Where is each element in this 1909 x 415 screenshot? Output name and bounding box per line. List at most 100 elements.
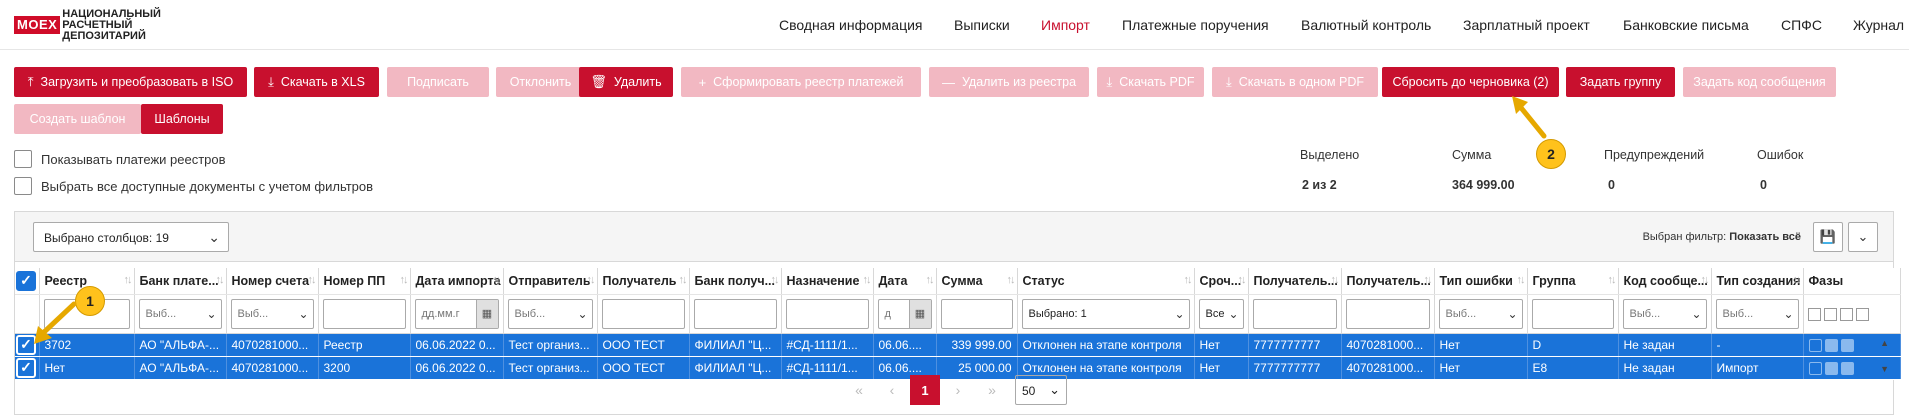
amount-filter-input[interactable] [940,298,1013,329]
templates-button[interactable]: Шаблоны [141,104,223,134]
recipient-bank-filter-input[interactable] [693,298,777,329]
table-row[interactable]: ✓ 3702 АО "АЛЬФА-... 4070281000... Реест… [15,333,1901,357]
sender-filter-select[interactable]: Выб... ⌄ [507,298,593,329]
scroll-up-icon[interactable]: ▲ [1880,338,1889,348]
first-page-icon[interactable]: « [844,375,874,405]
urgent-filter-select[interactable]: Все ⌄ [1198,298,1244,329]
sort-icon[interactable]: ↑↓ [308,274,317,286]
sort-icon[interactable]: ↑↓ [216,274,225,286]
recipient-account-filter-input[interactable] [1345,298,1430,329]
set-msg-code-button[interactable]: Задать код сообщения [1683,67,1836,97]
nav-payment-orders[interactable]: Платежные поручения [1122,17,1269,33]
sort-icon[interactable]: ↑↓ [1184,274,1193,286]
show-registry-payments-option[interactable]: Показывать платежи реестров [14,150,226,168]
msg-code-filter-select[interactable]: Выб... ⌄ [1622,298,1707,329]
col-header-error-type[interactable]: Тип ошибки ↑↓ [1434,268,1528,295]
col-header-import-date[interactable]: Дата импорта ↑↓ [410,268,504,295]
payer-bank-filter-select[interactable]: Выб... ⌄ [138,298,222,329]
sort-icon[interactable]: ↑↓ [1517,274,1526,286]
phase-filter-checkbox[interactable] [1807,307,1821,321]
sort-icon[interactable]: ↑↓ [587,274,596,286]
col-header-recipient[interactable]: Получатель ↑↓ [597,268,690,295]
sort-icon[interactable]: ↑↓ [863,274,872,286]
sort-icon[interactable]: ↑↓ [679,274,688,286]
creation-type-filter-select[interactable]: Выб... ⌄ [1715,298,1799,329]
page-size-select[interactable]: 50 ⌄ [1015,375,1067,405]
remove-from-registry-button[interactable]: — Удалить из реестра [929,67,1089,97]
recipient-inn-filter-input[interactable] [1252,298,1337,329]
sort-icon[interactable]: ↑↓ [493,274,502,286]
order-number-filter-input[interactable] [322,298,406,329]
upload-iso-button[interactable]: ⤒ Загрузить и преобразовать в ISO [14,67,247,97]
sign-button[interactable]: Подписать [387,67,489,97]
nav-spfs[interactable]: СПФС [1781,17,1822,33]
nav-journal[interactable]: Журнал [1853,17,1904,33]
show-registry-payments-checkbox[interactable] [14,150,32,168]
sort-icon[interactable]: ↑↓ [1701,274,1710,286]
col-header-sender[interactable]: Отправитель ↑↓ [503,268,598,295]
select-all-filtered-checkbox[interactable] [14,177,32,195]
group-filter-input[interactable] [1531,298,1614,329]
reject-button[interactable]: Отклонить [496,67,585,97]
nav-bank-letters[interactable]: Банковские письма [1623,17,1749,33]
nav-salary-project[interactable]: Зарплатный проект [1463,17,1590,33]
col-header-order-number[interactable]: Номер ПП ↑↓ [318,268,411,295]
col-header-payer-bank[interactable]: Банк плате... ↑↓ [134,268,227,295]
col-header-group[interactable]: Группа ↑↓ [1527,268,1619,295]
sort-icon[interactable]: ↑↓ [1793,274,1802,286]
save-filter-button[interactable]: 💾 [1813,222,1843,252]
last-page-icon[interactable]: » [977,375,1007,405]
phase-filter-checkbox[interactable] [1839,307,1853,321]
sort-icon[interactable]: ↑↓ [1608,274,1617,286]
select-all-filtered-option[interactable]: Выбрать все доступные документы с учетом… [14,177,373,195]
error-type-filter-select[interactable]: Выб... ⌄ [1438,298,1523,329]
phase-filter-checkbox[interactable] [1823,307,1837,321]
calendar-icon[interactable]: ▦ [475,299,498,328]
col-header-creation-type[interactable]: Тип создания ↑↓ [1711,268,1804,295]
select-all-cell[interactable]: ✓ [15,268,40,295]
sort-icon[interactable]: ↑↓ [771,274,780,286]
current-page[interactable]: 1 [910,375,940,405]
column-selector[interactable]: Выбрано столбцов: 19 ⌄ [33,222,229,252]
import-date-filter-input[interactable]: дд.мм.г ▦ [414,298,499,329]
download-one-pdf-button[interactable]: ⤓ Скачать в одном PDF [1212,67,1378,97]
nav-summary[interactable]: Сводная информация [779,17,923,33]
col-header-purpose[interactable]: Назначение ↑↓ [781,268,874,295]
calendar-icon[interactable]: ▦ [908,299,931,328]
col-header-recipient-bank[interactable]: Банк получ... ↑↓ [689,268,782,295]
col-header-date[interactable]: Дата ↑↓ [873,268,937,295]
delete-button[interactable]: 🗑 Удалить [579,67,673,97]
download-pdf-button[interactable]: ⤓ Скачать PDF [1097,67,1204,97]
nav-import[interactable]: Импорт [1041,17,1090,33]
sort-icon[interactable]: ↑↓ [1424,274,1433,286]
col-header-recipient-account[interactable]: Получатель... ↑↓ [1341,268,1435,295]
next-page-icon[interactable]: › [943,375,973,405]
col-header-urgent[interactable]: Сроч... ↑↓ [1194,268,1249,295]
scroll-down-icon[interactable]: ▼ [1880,364,1889,374]
phase-filter-checkbox[interactable] [1855,307,1869,321]
form-registry-button[interactable]: + Сформировать реестр платежей [681,67,921,97]
col-header-status[interactable]: Статус ↑↓ [1017,268,1195,295]
nav-statements[interactable]: Выписки [954,17,1010,33]
select-all-checkbox[interactable]: ✓ [16,270,36,291]
prev-page-icon[interactable]: ‹ [877,375,907,405]
col-header-msg-code[interactable]: Код сообще... ↑↓ [1618,268,1712,295]
set-group-button[interactable]: Задать группу [1566,67,1675,97]
sort-icon[interactable]: ↑↓ [400,274,409,286]
download-xls-button[interactable]: ⤓ Скачать в XLS [254,67,379,97]
sort-icon[interactable]: ↑↓ [1331,274,1340,286]
col-header-amount[interactable]: Сумма ↑↓ [936,268,1018,295]
col-header-recipient-inn[interactable]: Получатель... ↑↓ [1248,268,1342,295]
sort-icon[interactable]: ↑↓ [124,274,133,286]
account-filter-select[interactable]: Выб... ⌄ [230,298,314,329]
create-template-button[interactable]: Создать шаблон [14,104,141,134]
filter-menu-button[interactable]: ⌄ [1848,222,1878,252]
reset-draft-button[interactable]: Сбросить до черновика (2) [1382,67,1559,97]
date-filter-input[interactable]: д ▦ [877,298,932,329]
sort-icon[interactable]: ↑↓ [1007,274,1016,286]
status-filter-select[interactable]: Выбрано: 1 ⌄ [1021,298,1190,329]
sort-icon[interactable]: ↑↓ [926,274,935,286]
purpose-filter-input[interactable] [785,298,869,329]
recipient-filter-input[interactable] [601,298,685,329]
col-header-account[interactable]: Номер счета ↑↓ [226,268,319,295]
